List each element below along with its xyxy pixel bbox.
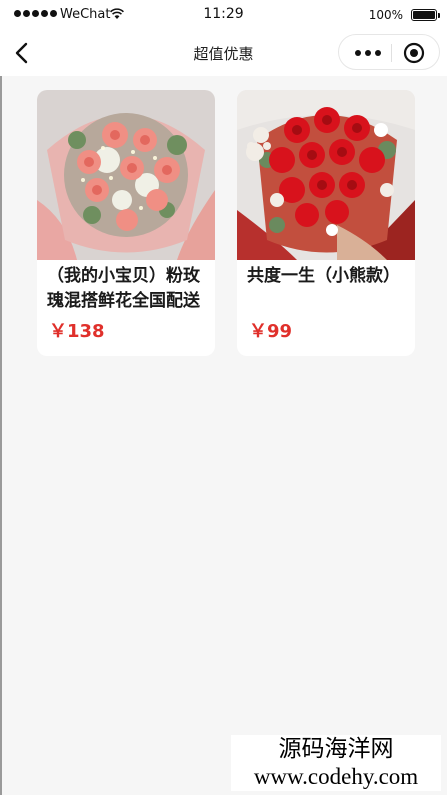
more-dots-icon[interactable] <box>355 50 381 56</box>
status-bar: WeChat 11:29 100% <box>0 0 447 30</box>
capsule-divider <box>391 44 392 62</box>
product-card[interactable]: 共度一生（小熊款） ￥99 <box>237 90 415 356</box>
product-price: ￥138 <box>49 321 105 342</box>
battery-percent: 100% <box>368 8 403 22</box>
miniprogram-close-icon[interactable] <box>403 42 425 64</box>
left-edge-line <box>0 76 2 795</box>
watermark-title: 源码海洋网 <box>278 736 394 762</box>
pink-rose-bouquet-image <box>37 90 215 260</box>
product-card[interactable]: （我的小宝贝）粉玫瑰混搭鲜花全国配送 ￥138 <box>37 90 215 356</box>
battery-icon <box>411 9 440 21</box>
red-rose-bouquet-with-bears-image <box>237 90 415 260</box>
product-name: （我的小宝贝）粉玫瑰混搭鲜花全国配送 <box>47 266 200 311</box>
product-name: 共度一生（小熊款） <box>247 266 400 286</box>
nav-bar: 超值优惠 <box>0 30 447 76</box>
product-price: ￥99 <box>249 321 293 342</box>
watermark-url: www.codehy.com <box>253 764 419 789</box>
miniprogram-capsule <box>338 34 440 70</box>
watermark: 源码海洋网 www.codehy.com <box>231 735 441 791</box>
